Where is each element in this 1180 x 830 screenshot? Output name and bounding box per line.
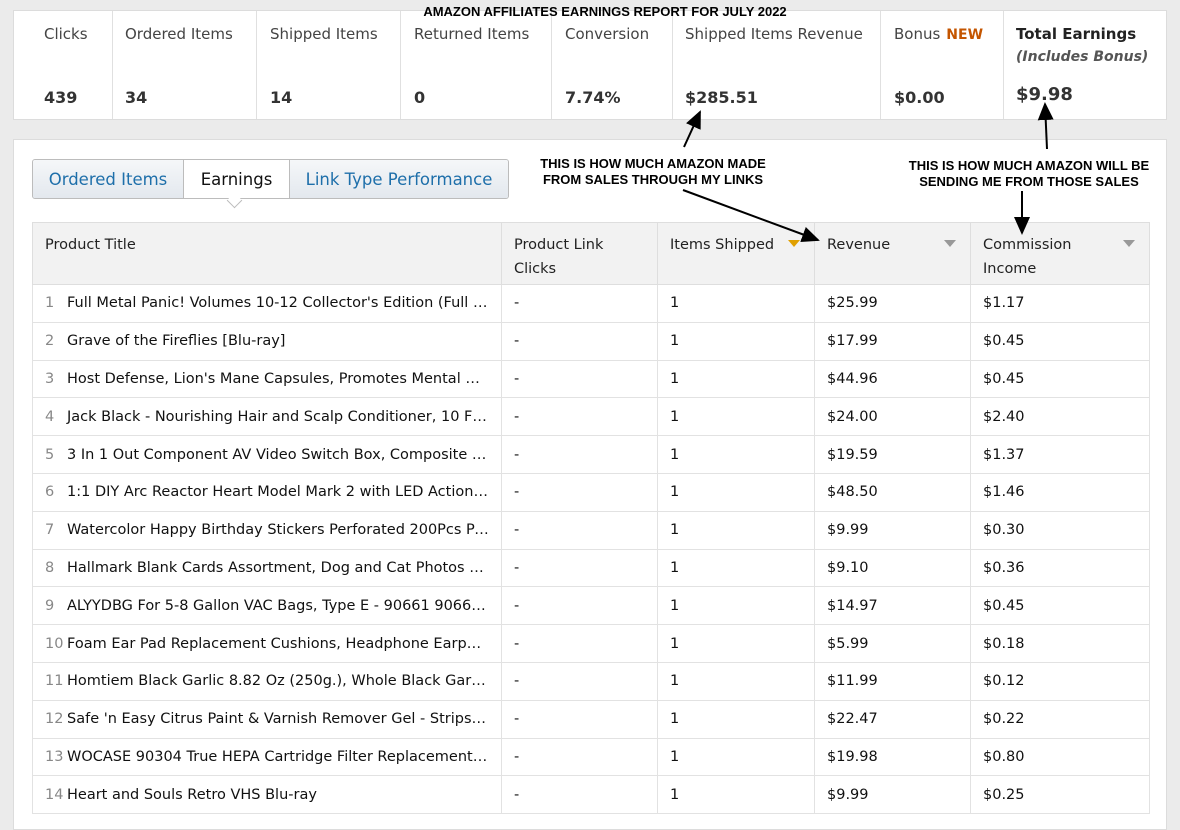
arrow-to-total-earnings [1037, 102, 1054, 150]
annotation-arrows [682, 102, 1054, 242]
arrow-to-revenue-column [682, 189, 820, 242]
arrow-to-shipped-revenue [683, 110, 701, 148]
